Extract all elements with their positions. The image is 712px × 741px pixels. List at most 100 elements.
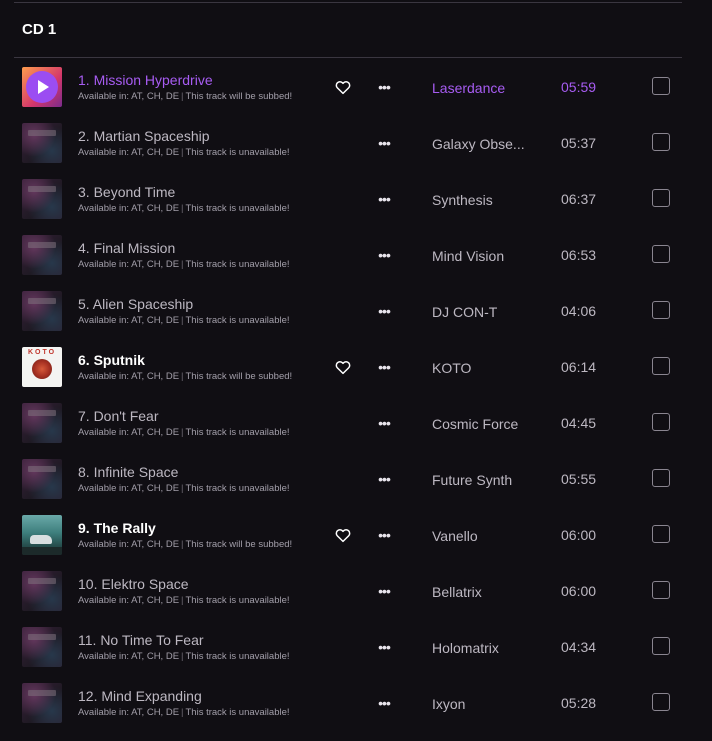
track-title: 5. Alien Spaceship xyxy=(78,296,194,312)
availability-text: Available in: AT, CH, DE xyxy=(78,371,180,382)
track-status-text: This track will be subbed! xyxy=(185,371,293,382)
track-row[interactable]: 11. No Time To Fear Available in: AT, CH,… xyxy=(0,619,712,675)
track-row[interactable]: 9. The Rally Available in: AT, CH, DE | Thi… xyxy=(0,507,712,563)
availability-text: Available in: AT, CH, DE xyxy=(78,483,180,494)
track-status-text: This track is unavailable! xyxy=(185,707,290,718)
track-status-text: This track will be subbed! xyxy=(185,539,293,550)
track-artist-link[interactable]: Cosmic Force xyxy=(432,416,518,432)
track-select-checkbox[interactable] xyxy=(652,581,670,599)
track-title: 10. Elektro Space xyxy=(78,576,189,592)
track-status-text: This track is unavailable! xyxy=(185,651,290,662)
track-select-checkbox[interactable] xyxy=(652,301,670,319)
track-select-checkbox[interactable] xyxy=(652,469,670,487)
track-list: 1. Mission Hyperdrive Available in: AT, C… xyxy=(0,59,712,731)
ellipsis-icon[interactable]: ••• xyxy=(373,695,395,711)
track-status-text: This track is unavailable! xyxy=(185,259,290,270)
availability-text: Available in: AT, CH, DE xyxy=(78,595,180,606)
track-row[interactable]: KOTO 6. Sputnik Available in: AT, CH, DE | T… xyxy=(0,339,712,395)
track-row[interactable]: 2. Martian Spaceship Available in: AT, CH… xyxy=(0,115,712,171)
ellipsis-icon[interactable]: ••• xyxy=(373,303,395,319)
track-title: 4. Final Mission xyxy=(78,240,176,256)
track-artist-link[interactable]: Vanello xyxy=(432,528,478,544)
track-artist-link[interactable]: Future Synth xyxy=(432,472,512,488)
track-select-checkbox[interactable] xyxy=(652,77,670,95)
heart-outline-icon[interactable] xyxy=(334,78,352,96)
heart-outline-icon[interactable] xyxy=(334,358,352,376)
track-row[interactable]: 1. Mission Hyperdrive Available in: AT, C… xyxy=(0,59,712,115)
track-duration: 06:53 xyxy=(561,247,597,263)
play-icon[interactable] xyxy=(26,71,58,103)
track-duration: 06:37 xyxy=(561,191,597,207)
album-art xyxy=(22,403,62,443)
track-select-checkbox[interactable] xyxy=(652,189,670,207)
track-artist-link[interactable]: Holomatrix xyxy=(432,640,499,656)
track-artist-link[interactable]: Bellatrix xyxy=(432,584,482,600)
track-select-checkbox[interactable] xyxy=(652,357,670,375)
track-artist-link[interactable]: KOTO xyxy=(432,360,471,376)
track-row[interactable]: 3. Beyond Time Available in: AT, CH, DE | T… xyxy=(0,171,712,227)
track-select-checkbox[interactable] xyxy=(652,413,670,431)
track-title: 3. Beyond Time xyxy=(78,184,176,200)
track-select-checkbox[interactable] xyxy=(652,693,670,711)
availability-text: Available in: AT, CH, DE xyxy=(78,315,180,326)
ellipsis-icon[interactable]: ••• xyxy=(373,135,395,151)
album-art xyxy=(22,627,62,667)
track-availability: Available in: AT, CH, DE | This track will… xyxy=(78,539,292,550)
track-artist-link[interactable]: Mind Vision xyxy=(432,248,504,264)
track-row[interactable]: 10. Elektro Space Available in: AT, CH, D… xyxy=(0,563,712,619)
ellipsis-icon[interactable]: ••• xyxy=(373,359,395,375)
track-duration: 06:00 xyxy=(561,583,597,599)
track-row[interactable]: 5. Alien Spaceship Available in: AT, CH, … xyxy=(0,283,712,339)
availability-text: Available in: AT, CH, DE xyxy=(78,707,180,718)
track-availability: Available in: AT, CH, DE | This track is u… xyxy=(78,147,290,158)
album-art xyxy=(22,515,62,555)
album-art xyxy=(22,235,62,275)
availability-text: Available in: AT, CH, DE xyxy=(78,91,180,102)
album-art xyxy=(22,571,62,611)
section-divider xyxy=(14,57,682,58)
track-artist-link[interactable]: Galaxy Obse... xyxy=(432,136,525,152)
track-row[interactable]: 7. Don't Fear Available in: AT, CH, DE | Th… xyxy=(0,395,712,451)
ellipsis-icon[interactable]: ••• xyxy=(373,639,395,655)
album-art xyxy=(22,123,62,163)
track-artist-link[interactable]: DJ CON-T xyxy=(432,304,497,320)
album-art-text: KOTO xyxy=(27,349,57,356)
ellipsis-icon[interactable]: ••• xyxy=(373,471,395,487)
track-duration: 05:28 xyxy=(561,695,597,711)
track-select-checkbox[interactable] xyxy=(652,637,670,655)
availability-text: Available in: AT, CH, DE xyxy=(78,651,180,662)
track-row[interactable]: 8. Infinite Space Available in: AT, CH, D… xyxy=(0,451,712,507)
track-title: 1. Mission Hyperdrive xyxy=(78,72,213,88)
ellipsis-icon[interactable]: ••• xyxy=(373,415,395,431)
track-row[interactable]: 12. Mind Expanding Available in: AT, CH, … xyxy=(0,675,712,731)
track-title: 6. Sputnik xyxy=(78,352,145,368)
track-duration: 05:55 xyxy=(561,471,597,487)
track-availability: Available in: AT, CH, DE | This track will… xyxy=(78,371,292,382)
ellipsis-icon[interactable]: ••• xyxy=(373,527,395,543)
ellipsis-icon[interactable]: ••• xyxy=(373,191,395,207)
track-select-checkbox[interactable] xyxy=(652,133,670,151)
ellipsis-icon[interactable]: ••• xyxy=(373,79,395,95)
track-title: 8. Infinite Space xyxy=(78,464,179,480)
track-row[interactable]: 4. Final Mission Available in: AT, CH, DE… xyxy=(0,227,712,283)
track-artist-link[interactable]: Ixyon xyxy=(432,696,465,712)
track-status-text: This track is unavailable! xyxy=(185,203,290,214)
track-availability: Available in: AT, CH, DE | This track is u… xyxy=(78,427,290,438)
track-select-checkbox[interactable] xyxy=(652,245,670,263)
track-availability: Available in: AT, CH, DE | This track is u… xyxy=(78,315,290,326)
track-artist-link[interactable]: Synthesis xyxy=(432,192,493,208)
track-artist-link[interactable]: Laserdance xyxy=(432,80,505,96)
availability-text: Available in: AT, CH, DE xyxy=(78,147,180,158)
track-availability: Available in: AT, CH, DE | This track is u… xyxy=(78,203,290,214)
section-title: CD 1 xyxy=(22,21,57,38)
track-status-text: This track is unavailable! xyxy=(185,595,290,606)
album-art xyxy=(22,67,62,107)
track-select-checkbox[interactable] xyxy=(652,525,670,543)
track-duration: 04:06 xyxy=(561,303,597,319)
availability-text: Available in: AT, CH, DE xyxy=(78,259,180,270)
ellipsis-icon[interactable]: ••• xyxy=(373,583,395,599)
heart-outline-icon[interactable] xyxy=(334,526,352,544)
top-divider xyxy=(14,2,682,3)
ellipsis-icon[interactable]: ••• xyxy=(373,247,395,263)
track-availability: Available in: AT, CH, DE | This track is u… xyxy=(78,483,290,494)
